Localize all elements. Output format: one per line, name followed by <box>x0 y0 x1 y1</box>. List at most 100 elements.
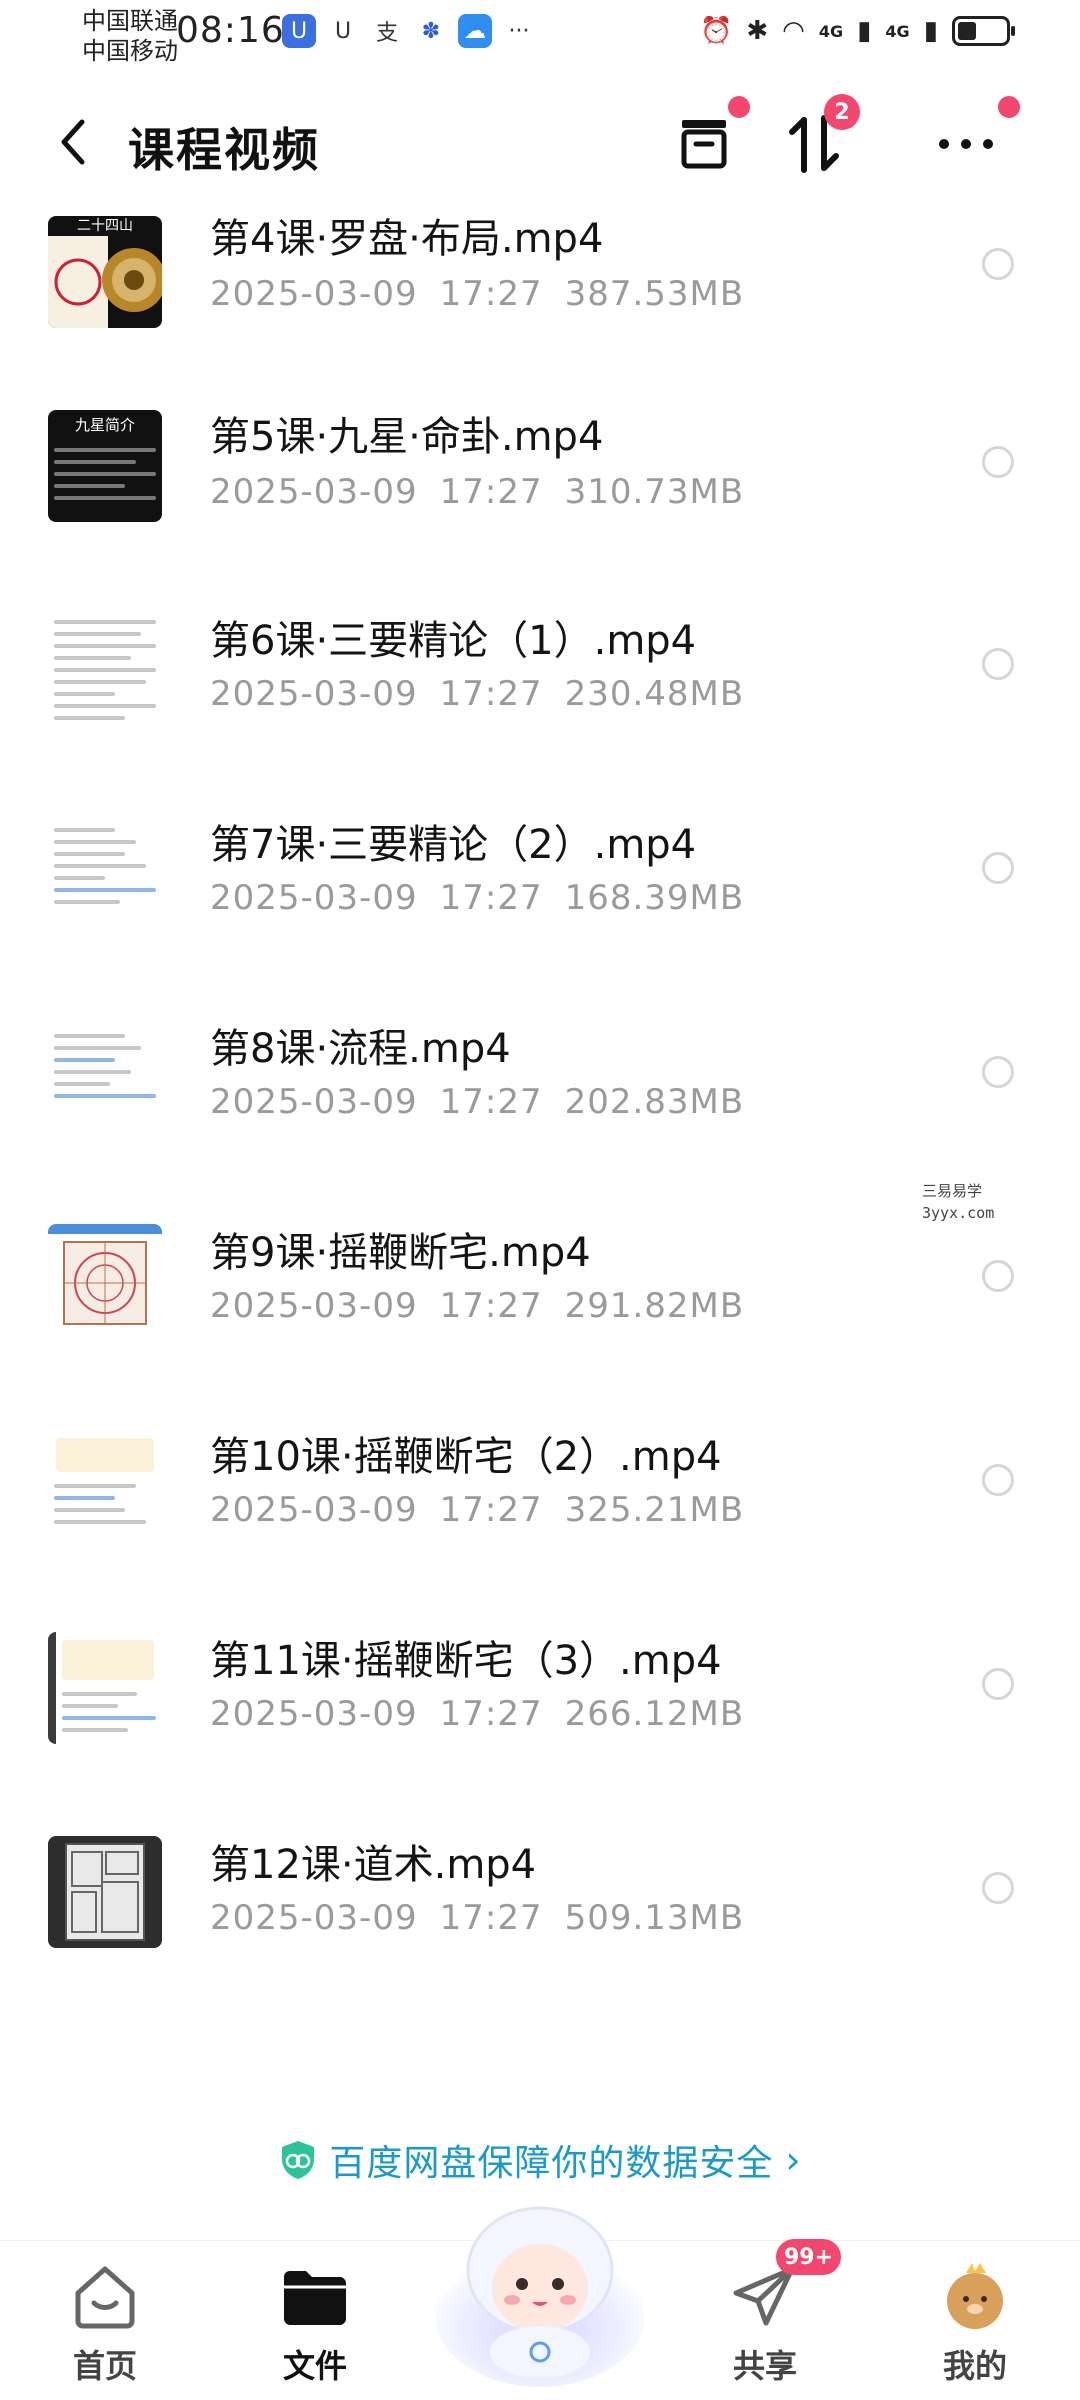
select-radio[interactable] <box>982 852 1014 884</box>
file-row[interactable]: 第11课·摇鞭断宅（3）.mp4 2025-03-09 17:27 266.12MB <box>0 1628 1080 1832</box>
weather-icon: ☁ <box>458 14 492 48</box>
folder-icon <box>278 2259 352 2333</box>
transfer-button[interactable]: 2 <box>778 94 860 180</box>
video-thumbnail <box>48 1224 162 1336</box>
notification-dot <box>998 96 1020 118</box>
file-time: 17:27 <box>439 878 543 918</box>
file-row[interactable]: 第9课·摇鞭断宅.mp4 2025-03-09 17:27 291.82MB <box>0 1220 1080 1424</box>
file-name: 第11课·摇鞭断宅（3）.mp4 <box>210 1638 722 1684</box>
file-size: 168.39MB <box>564 878 745 918</box>
security-text: 百度网盘保障你的数据安全 <box>329 2143 774 2184</box>
nav-files-label: 文件 <box>282 2347 347 2385</box>
file-row[interactable]: 九星简介 第5课·九星·命卦.mp4 2025-03-09 17:27 310.73… <box>0 404 1080 608</box>
file-size: 291.82MB <box>564 1286 745 1326</box>
app-notification-icon: U <box>334 18 352 44</box>
carrier-1: 中国联通 <box>82 7 178 35</box>
file-size: 230.48MB <box>564 674 745 714</box>
carrier-2: 中国移动 <box>82 37 178 65</box>
assistant-mascot-button[interactable] <box>430 2180 650 2390</box>
nav-home-label: 首页 <box>72 2347 137 2385</box>
nav-home[interactable]: 首页 <box>40 2259 170 2387</box>
file-time: 17:27 <box>439 674 543 714</box>
file-date: 2025-03-09 <box>210 274 418 314</box>
video-thumbnail <box>48 1836 162 1948</box>
notification-icons: U U 支 ✽ ☁ ··· <box>282 14 536 48</box>
file-date: 2025-03-09 <box>210 1286 418 1326</box>
app-notification-icon: U <box>282 14 316 48</box>
floorplan-image <box>63 1241 147 1325</box>
archive-button[interactable] <box>668 96 750 180</box>
battery-icon <box>952 16 1015 46</box>
file-name: 第4课·罗盘·布局.mp4 <box>210 216 604 262</box>
watermark-line-2: 3yyx.com <box>922 1204 995 1222</box>
file-date: 2025-03-09 <box>210 1490 418 1530</box>
nav-mine[interactable]: 我的 <box>910 2259 1040 2387</box>
avatar <box>938 2259 1012 2333</box>
compass-image <box>48 236 162 328</box>
alarm-icon: ⏰ <box>699 16 733 46</box>
file-meta: 2025-03-09 17:27 266.12MB <box>210 1694 766 1734</box>
nav-mine-label: 我的 <box>942 2347 1007 2385</box>
select-radio[interactable] <box>982 1872 1014 1904</box>
back-icon <box>61 119 85 165</box>
back-button[interactable] <box>48 112 98 172</box>
select-radio[interactable] <box>982 1056 1014 1088</box>
thumbnail-caption: 九星简介 <box>74 416 135 434</box>
nav-share[interactable]: 99+ 共享 <box>700 2239 842 2387</box>
bluetooth-icon: ✱ <box>746 16 769 46</box>
file-time: 17:27 <box>439 1082 543 1122</box>
video-thumbnail: 九星简介 <box>48 410 162 522</box>
file-time: 17:27 <box>439 1286 543 1326</box>
archive-icon <box>681 120 727 169</box>
file-meta: 2025-03-09 17:27 325.21MB <box>210 1490 766 1530</box>
more-button[interactable] <box>930 96 1020 180</box>
file-row[interactable]: 二十四山 第4课·罗盘·布局.mp4 2025-03-09 17:27 387.53… <box>0 200 1080 404</box>
file-meta: 2025-03-09 17:27 387.53MB <box>210 274 766 314</box>
file-size: 266.12MB <box>564 1694 745 1734</box>
select-radio[interactable] <box>982 446 1014 478</box>
file-row[interactable]: 第8课·流程.mp4 2025-03-09 17:27 202.83MB <box>0 1016 1080 1220</box>
select-radio[interactable] <box>982 1464 1014 1496</box>
watermark: 三易易学 3yyx.com <box>922 1180 994 1224</box>
file-size: 325.21MB <box>564 1490 745 1530</box>
file-row[interactable]: 第7课·三要精论（2）.mp4 2025-03-09 17:27 168.39MB <box>0 812 1080 1016</box>
file-name: 第10课·摇鞭断宅（2）.mp4 <box>210 1434 722 1480</box>
more-icon <box>939 139 993 149</box>
mascot-icon <box>435 2206 645 2387</box>
select-radio[interactable] <box>982 1260 1014 1292</box>
select-radio[interactable] <box>982 1668 1014 1700</box>
video-thumbnail <box>48 1632 162 1744</box>
share-badge: 99+ <box>776 2239 842 2275</box>
watermark-line-1: 三易易学 <box>922 1182 983 1200</box>
file-name: 第7课·三要精论（2）.mp4 <box>210 822 697 868</box>
nav-files[interactable]: 文件 <box>250 2259 380 2387</box>
alipay-icon: 支 <box>375 21 398 46</box>
signal-type-2: 4G <box>885 21 910 41</box>
file-row[interactable]: 第12课·道术.mp4 2025-03-09 17:27 509.13MB <box>0 1832 1080 2036</box>
transfer-badge: 2 <box>824 94 860 130</box>
home-icon <box>68 2259 142 2333</box>
wifi-icon: ◠ <box>782 16 805 46</box>
file-row[interactable]: 第10课·摇鞭断宅（2）.mp4 2025-03-09 17:27 325.21MB <box>0 1424 1080 1628</box>
file-meta: 2025-03-09 17:27 509.13MB <box>210 1898 766 1938</box>
video-thumbnail: 二十四山 <box>48 216 162 328</box>
floorplan-image <box>65 1843 145 1941</box>
file-date: 2025-03-09 <box>210 472 418 512</box>
video-thumbnail <box>48 816 162 928</box>
file-name: 第9课·摇鞭断宅.mp4 <box>210 1230 591 1276</box>
page-title: 课程视频 <box>128 123 320 177</box>
more-notifications-icon: ··· <box>508 18 530 44</box>
file-name: 第8课·流程.mp4 <box>210 1026 511 1072</box>
file-date: 2025-03-09 <box>210 878 418 918</box>
file-date: 2025-03-09 <box>210 1694 418 1734</box>
file-meta: 2025-03-09 17:27 202.83MB <box>210 1082 766 1122</box>
chevron-right-icon: › <box>785 2138 801 2182</box>
select-radio[interactable] <box>982 648 1014 680</box>
file-size: 387.53MB <box>564 274 745 314</box>
file-time: 17:27 <box>439 274 543 314</box>
file-name: 第5课·九星·命卦.mp4 <box>210 414 604 460</box>
signal-2-icon: ▮ <box>923 16 938 46</box>
file-row[interactable]: 第6课·三要精论（1）.mp4 2025-03-09 17:27 230.48MB <box>0 608 1080 812</box>
select-radio[interactable] <box>982 248 1014 280</box>
carrier-info: 中国联通 中国移动 <box>82 6 178 66</box>
